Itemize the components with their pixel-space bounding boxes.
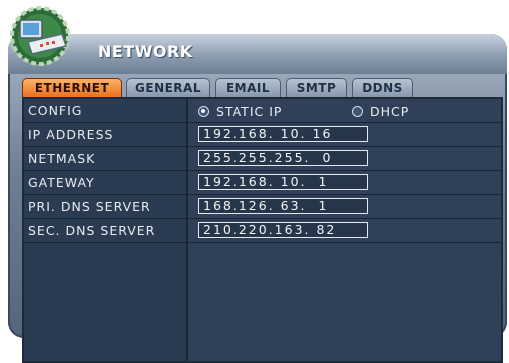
pri-dns-row: PRI. DNS SERVER 168.126. 63. 1 bbox=[24, 195, 501, 219]
ip-address-label: IP ADDRESS bbox=[28, 127, 114, 142]
pri-dns-field[interactable]: 168.126. 63. 1 bbox=[198, 198, 368, 214]
network-window: NETWORK ETHERNET GENERAL EMAIL SMTP DDNS… bbox=[8, 34, 507, 363]
gateway-row: GATEWAY 192.168. 10. 1 bbox=[24, 171, 501, 195]
sec-dns-label: SEC. DNS SERVER bbox=[28, 223, 156, 238]
title-bar: NETWORK bbox=[8, 34, 507, 74]
tab-ddns[interactable]: DDNS bbox=[352, 78, 413, 97]
ip-address-row: IP ADDRESS 192.168. 10. 16 bbox=[24, 123, 501, 147]
static-ip-label: STATIC IP bbox=[216, 103, 283, 119]
config-label: CONFIG bbox=[28, 103, 83, 118]
settings-panel: CONFIG STATIC IP DHCP IP ADDRESS 192.168… bbox=[22, 97, 503, 363]
sec-dns-row: SEC. DNS SERVER 210.220.163. 82 bbox=[24, 219, 501, 243]
gateway-field[interactable]: 192.168. 10. 1 bbox=[198, 174, 368, 190]
gateway-label: GATEWAY bbox=[28, 175, 95, 190]
static-ip-option[interactable]: STATIC IP bbox=[198, 102, 282, 120]
tab-general[interactable]: GENERAL bbox=[126, 78, 210, 97]
static-ip-radio[interactable] bbox=[198, 105, 209, 117]
dhcp-label: DHCP bbox=[370, 103, 410, 119]
tab-ethernet[interactable]: ETHERNET bbox=[22, 78, 122, 97]
tab-email[interactable]: EMAIL bbox=[215, 78, 281, 97]
network-device-icon bbox=[10, 6, 70, 66]
row-divider bbox=[24, 242, 501, 243]
tab-smtp[interactable]: SMTP bbox=[286, 78, 347, 97]
sec-dns-field[interactable]: 210.220.163. 82 bbox=[198, 222, 368, 238]
netmask-label: NETMASK bbox=[28, 151, 96, 166]
dhcp-option[interactable]: DHCP bbox=[352, 102, 409, 120]
dhcp-radio[interactable] bbox=[352, 105, 363, 117]
window-title: NETWORK bbox=[98, 42, 193, 61]
config-row: CONFIG STATIC IP DHCP bbox=[24, 99, 501, 123]
netmask-row: NETMASK 255.255.255. 0 bbox=[24, 147, 501, 171]
ip-address-field[interactable]: 192.168. 10. 16 bbox=[198, 126, 368, 142]
netmask-field[interactable]: 255.255.255. 0 bbox=[198, 150, 368, 166]
pri-dns-label: PRI. DNS SERVER bbox=[28, 199, 151, 214]
